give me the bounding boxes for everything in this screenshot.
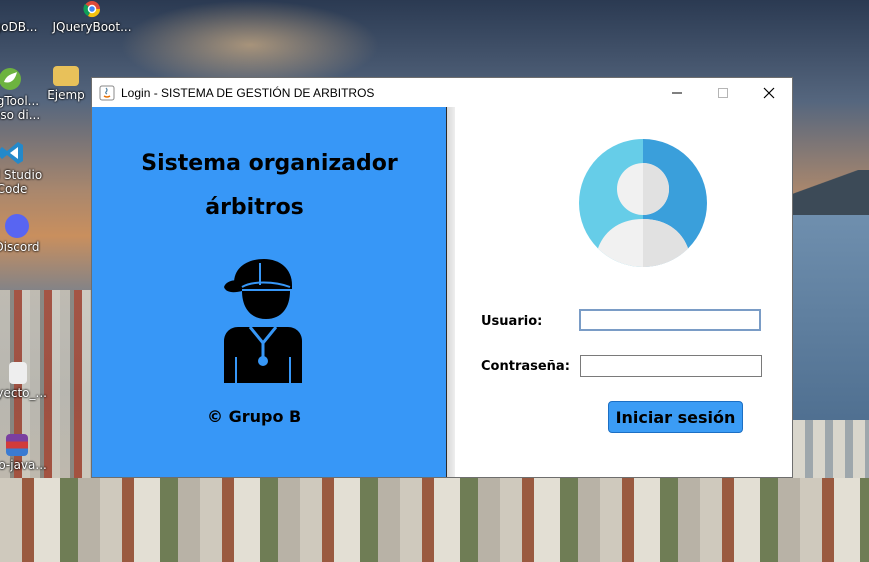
desktop-icon-label-2: Code xyxy=(0,182,28,196)
window-title: Login - SISTEMA DE GESTIÓN DE ARBITROS xyxy=(121,85,375,100)
wallpaper-water xyxy=(780,215,869,425)
maximize-button[interactable] xyxy=(700,78,746,107)
desktop-icon-label: JQueryBoot... xyxy=(52,20,132,34)
user-avatar-icon xyxy=(579,139,707,271)
referee-icon xyxy=(220,257,306,387)
chrome-icon xyxy=(79,0,105,18)
desktop-icon-mongodb[interactable]: ongoDB... xyxy=(0,0,48,34)
maximize-icon xyxy=(718,87,728,98)
desktop-icon-label-2: cceso di... xyxy=(0,108,41,122)
desktop-icon-proyecto[interactable]: oyecto_... xyxy=(0,362,58,400)
title-bar[interactable]: Login - SISTEMA DE GESTIÓN DE ARBITROS xyxy=(92,78,792,107)
password-input[interactable] xyxy=(580,355,762,377)
vscode-icon xyxy=(0,140,25,166)
desktop-icon-discord[interactable]: Discord xyxy=(0,214,57,254)
close-icon xyxy=(763,87,775,98)
discord-icon xyxy=(5,214,29,238)
desktop-icon-label: ual Studio xyxy=(0,168,43,182)
desktop-icon-label: ongoDB... xyxy=(0,20,38,34)
login-button[interactable]: Iniciar sesión xyxy=(608,401,743,433)
mongodb-icon xyxy=(0,0,21,18)
minimize-button[interactable] xyxy=(654,78,700,107)
java-icon xyxy=(99,85,115,101)
winrar-icon xyxy=(6,434,28,456)
desktop-icon-curso-java[interactable]: rso-java... xyxy=(0,434,57,472)
desktop-icon-spring-tool[interactable]: ringTool... cceso di... xyxy=(0,66,50,122)
window-content: Sistema organizador árbitros © Grupo B U… xyxy=(92,107,792,477)
desktop-icon-label: Discord xyxy=(0,240,40,254)
desktop-icon-label: rso-java... xyxy=(0,458,47,472)
login-panel: Usuario: Contraseña: Iniciar sesión xyxy=(455,107,792,477)
wallpaper-mountain xyxy=(793,170,869,220)
footer-credit: © Grupo B xyxy=(207,407,302,426)
app-title-line1: Sistema organizador xyxy=(141,151,398,176)
desktop-icon-label: oyecto_... xyxy=(0,386,47,400)
close-button[interactable] xyxy=(746,78,792,107)
app-title-line2: árbitros xyxy=(205,195,304,220)
minimize-icon xyxy=(672,92,682,93)
username-input[interactable] xyxy=(579,309,761,331)
desktop-icon-label: ringTool... xyxy=(0,94,40,108)
desktop-icon-jqueryboot[interactable]: JQueryBoot... xyxy=(52,0,132,34)
username-label: Usuario: xyxy=(481,314,543,329)
wallpaper-city-right xyxy=(793,420,869,480)
desktop-icon-label: Ejemp xyxy=(47,88,85,102)
login-window: Login - SISTEMA DE GESTIÓN DE ARBITROS S… xyxy=(91,77,793,478)
folder-icon xyxy=(53,66,79,86)
branding-panel: Sistema organizador árbitros © Grupo B xyxy=(92,107,447,477)
password-label: Contraseña: xyxy=(481,359,570,374)
spring-tool-icon xyxy=(0,66,23,92)
project-icon xyxy=(9,362,27,384)
desktop-icon-vscode[interactable]: ual Studio Code xyxy=(0,140,52,196)
desktop-icon-ejemp[interactable]: Ejemp xyxy=(46,66,86,102)
panel-divider xyxy=(447,107,455,477)
wallpaper-city-bottom xyxy=(0,478,869,562)
